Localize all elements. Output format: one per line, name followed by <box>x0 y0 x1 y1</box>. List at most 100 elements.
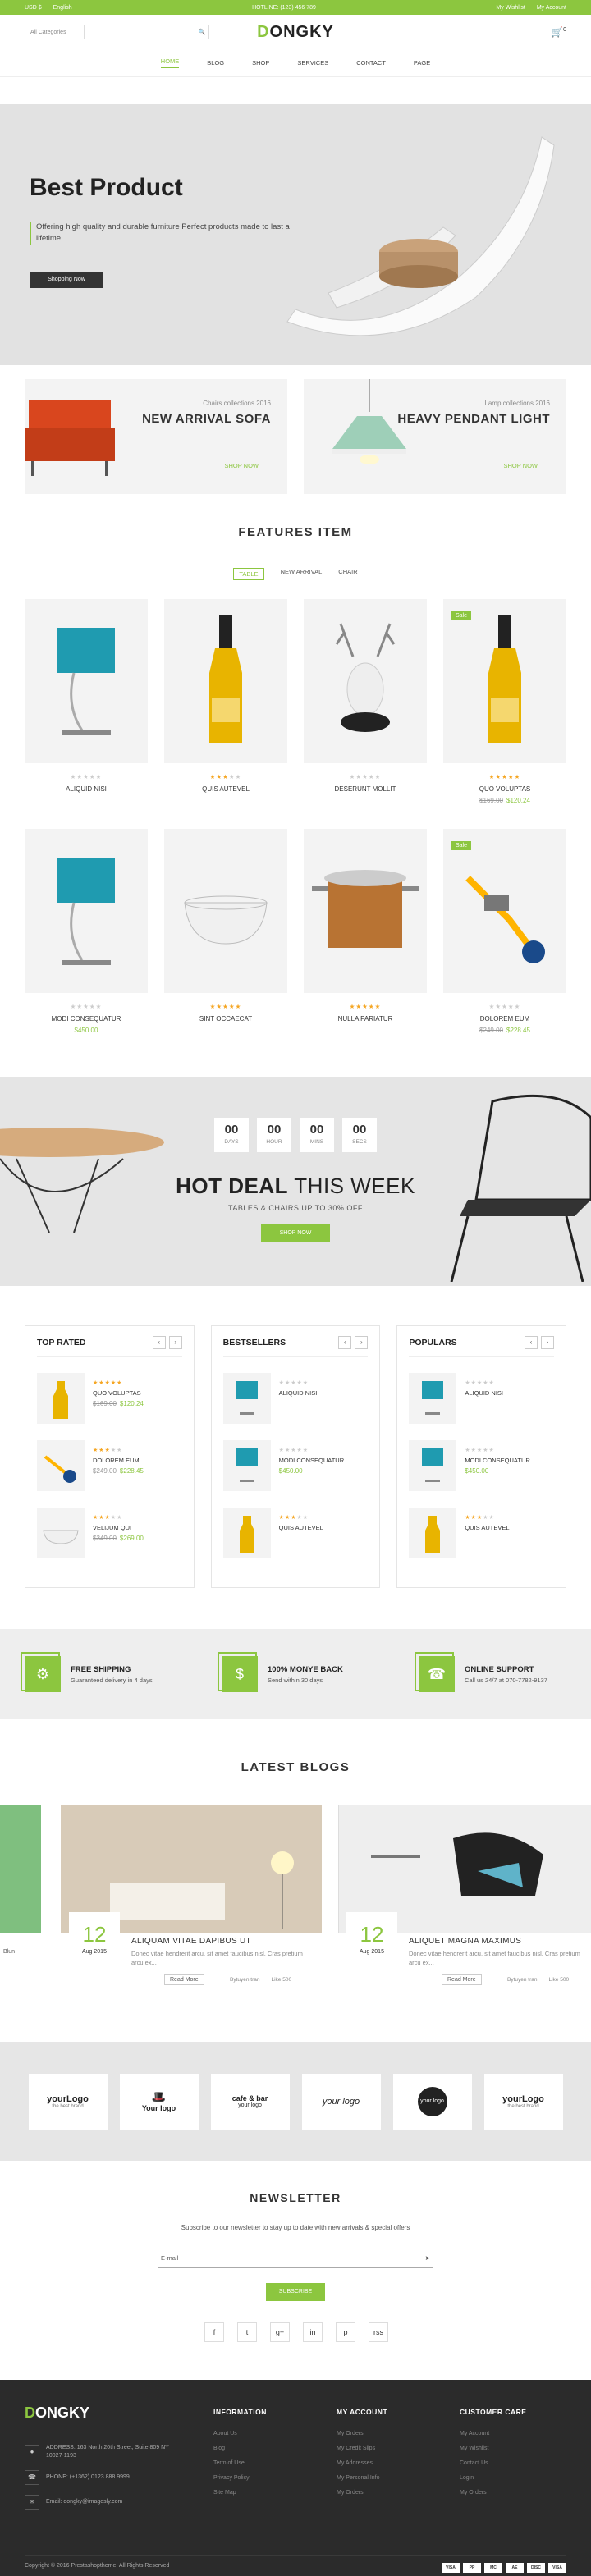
product-image[interactable]: Sale <box>443 599 566 763</box>
list-item-name[interactable]: QUIS AUTEVEL <box>279 1524 323 1531</box>
account-link[interactable]: My Account <box>537 5 566 11</box>
list-item-name[interactable]: MODI CONSEQUATUR <box>279 1457 344 1464</box>
rss-icon[interactable]: rss <box>369 2322 388 2342</box>
list-item-name[interactable]: ALIQUID NISI <box>279 1389 318 1397</box>
footer-link[interactable]: My Orders <box>460 2490 575 2496</box>
tab-chair[interactable]: CHAIR <box>338 568 357 580</box>
list-item[interactable]: ★★★★★ MODI CONSEQUATUR $450.00 <box>409 1440 554 1491</box>
list-item-image[interactable] <box>37 1508 85 1558</box>
send-icon[interactable]: ➤ <box>425 2254 430 2262</box>
list-item-image[interactable] <box>37 1440 85 1491</box>
list-item-image[interactable] <box>409 1440 457 1491</box>
brand-logo[interactable]: yourLogo the best brand <box>28 2073 108 2130</box>
currency-selector[interactable]: USD $ <box>25 5 42 11</box>
prev-arrow-icon[interactable]: ‹ <box>152 1336 166 1349</box>
list-item-image[interactable] <box>409 1373 457 1424</box>
list-item[interactable]: ★★★★★ QUO VOLUPTAS $169.00 $120.24 <box>37 1373 182 1424</box>
list-item-image[interactable] <box>37 1373 85 1424</box>
list-item[interactable]: ★★★★★ VELIJUM QUI $349.00 $269.00 <box>37 1508 182 1558</box>
list-item-image[interactable] <box>222 1508 271 1558</box>
product-card[interactable]: Sale ★★★★★ QUO VOLUPTAS $169.00 $120.24 <box>443 599 566 804</box>
list-item-name[interactable]: VELIJUM QUI <box>93 1524 144 1531</box>
footer-link[interactable]: Login <box>460 2475 575 2481</box>
product-card[interactable]: ★★★★★ DESERUNT MOLLIT <box>304 599 427 804</box>
product-image[interactable] <box>164 829 287 993</box>
blog-title[interactable]: ALIQUAM VITAE DAPIBUS UT <box>131 1937 251 1946</box>
list-item-name[interactable]: DOLOREM EUM <box>93 1457 144 1464</box>
language-selector[interactable]: English <box>53 5 72 11</box>
nav-page[interactable]: PAGE <box>414 59 430 66</box>
product-card[interactable]: ★★★★★ ALIQUID NISI <box>25 599 148 804</box>
list-item[interactable]: ★★★★★ QUIS AUTEVEL <box>409 1508 554 1558</box>
search-input[interactable] <box>85 25 195 39</box>
logo[interactable]: DONGKY <box>257 23 334 42</box>
product-card[interactable]: Sale ★★★★★ DOLOREM EUM $249.00 $228.45 <box>443 829 566 1034</box>
list-item-image[interactable] <box>222 1373 271 1424</box>
footer-link[interactable]: Contact Us <box>460 2460 575 2466</box>
subscribe-button[interactable]: SUBSCRIBE <box>266 2283 325 2301</box>
product-name[interactable]: MODI CONSEQUATUR <box>25 1015 148 1023</box>
prev-arrow-icon[interactable]: ‹ <box>525 1336 538 1349</box>
footer-link[interactable]: My Orders <box>337 2490 451 2496</box>
nav-shop[interactable]: SHOP <box>252 59 269 66</box>
banner-lamp[interactable]: Lamp collections 2016 HEAVY PENDANT LIGH… <box>304 379 566 494</box>
list-item[interactable]: ★★★★★ QUIS AUTEVEL <box>222 1508 369 1558</box>
product-image[interactable] <box>25 599 148 763</box>
brand-logo[interactable]: your logo <box>301 2073 381 2130</box>
blog-card[interactable]: 12 Aug 2015 ALIQUAM VITAE DAPIBUS UT Done… <box>61 1805 322 1994</box>
footer-link[interactable]: Blog <box>213 2446 328 2451</box>
footer-link[interactable]: Term of Use <box>213 2460 328 2466</box>
shop-now-link[interactable]: SHOP NOW <box>224 462 259 469</box>
footer-link[interactable]: My Orders <box>337 2431 451 2436</box>
list-item[interactable]: ★★★★★ ALIQUID NISI <box>222 1373 369 1424</box>
list-item[interactable]: ★★★★★ ALIQUID NISI <box>409 1373 554 1424</box>
tab-new-arrival[interactable]: NEW ARRIVAL <box>281 568 323 580</box>
product-name[interactable]: DESERUNT MOLLIT <box>304 785 427 793</box>
twitter-icon[interactable]: t <box>237 2322 257 2342</box>
read-more-button[interactable]: Read More <box>442 1974 482 1985</box>
next-arrow-icon[interactable]: › <box>355 1336 369 1349</box>
product-image[interactable] <box>304 829 427 993</box>
wishlist-link[interactable]: My Wishlist <box>496 5 525 11</box>
product-name[interactable]: NULLA PARIATUR <box>304 1015 427 1023</box>
footer-link[interactable]: My Credit Slips <box>337 2446 451 2451</box>
product-name[interactable]: SINT OCCAECAT <box>164 1015 287 1023</box>
banner-sofa[interactable]: Chairs collections 2016 NEW ARRIVAL SOFA… <box>25 379 287 494</box>
product-card[interactable]: ★★★★★ NULLA PARIATUR <box>304 829 427 1034</box>
product-name[interactable]: QUO VOLUPTAS <box>443 785 566 793</box>
list-item[interactable]: ★★★★★ DOLOREM EUM $249.00 $228.45 <box>37 1440 182 1491</box>
product-image[interactable] <box>304 599 427 763</box>
product-card[interactable]: ★★★★★ QUIS AUTEVEL <box>164 599 287 804</box>
list-item-name[interactable]: QUO VOLUPTAS <box>93 1389 144 1397</box>
product-image[interactable] <box>164 599 287 763</box>
product-name[interactable]: ALIQUID NISI <box>25 785 148 793</box>
footer-logo[interactable]: DONGKY <box>25 2404 89 2422</box>
nav-contact[interactable]: CONTACT <box>356 59 386 66</box>
nav-home[interactable]: HOME <box>160 57 180 68</box>
brand-logo[interactable]: yourLogo the best brand <box>483 2073 563 2130</box>
list-item-name[interactable]: ALIQUID NISI <box>465 1389 503 1397</box>
shop-now-link[interactable]: SHOP NOW <box>503 462 538 469</box>
product-image[interactable]: Sale <box>443 829 566 993</box>
list-item-image[interactable] <box>222 1440 271 1491</box>
nav-blog[interactable]: BLOG <box>207 59 224 66</box>
brand-logo[interactable]: your logo <box>392 2073 472 2130</box>
brand-logo[interactable]: cafe & bar your logo <box>210 2073 290 2130</box>
search-icon[interactable]: 🔍 <box>195 29 208 35</box>
newsletter-email-field[interactable]: E-mail ➤ <box>158 2249 433 2268</box>
read-more-button[interactable]: Read More <box>164 1974 204 1985</box>
footer-link[interactable]: My Personal Info <box>337 2475 451 2481</box>
product-card[interactable]: ★★★★★ MODI CONSEQUATUR $450.00 <box>25 829 148 1034</box>
next-arrow-icon[interactable]: › <box>168 1336 182 1349</box>
blog-title[interactable]: ALIQUET MAGNA MAXIMUS <box>409 1937 521 1946</box>
product-image[interactable] <box>25 829 148 993</box>
footer-link[interactable]: Site Map <box>213 2490 328 2496</box>
product-name[interactable]: DOLOREM EUM <box>443 1015 566 1023</box>
footer-link[interactable]: My Wishlist <box>460 2446 575 2451</box>
list-item[interactable]: ★★★★★ MODI CONSEQUATUR $450.00 <box>222 1440 369 1491</box>
list-item-name[interactable]: QUIS AUTEVEL <box>465 1524 509 1531</box>
list-item-name[interactable]: MODI CONSEQUATUR <box>465 1457 529 1464</box>
tab-table[interactable]: TABLE <box>233 568 264 580</box>
nav-services[interactable]: SERVICES <box>297 59 328 66</box>
list-item-image[interactable] <box>409 1508 457 1558</box>
